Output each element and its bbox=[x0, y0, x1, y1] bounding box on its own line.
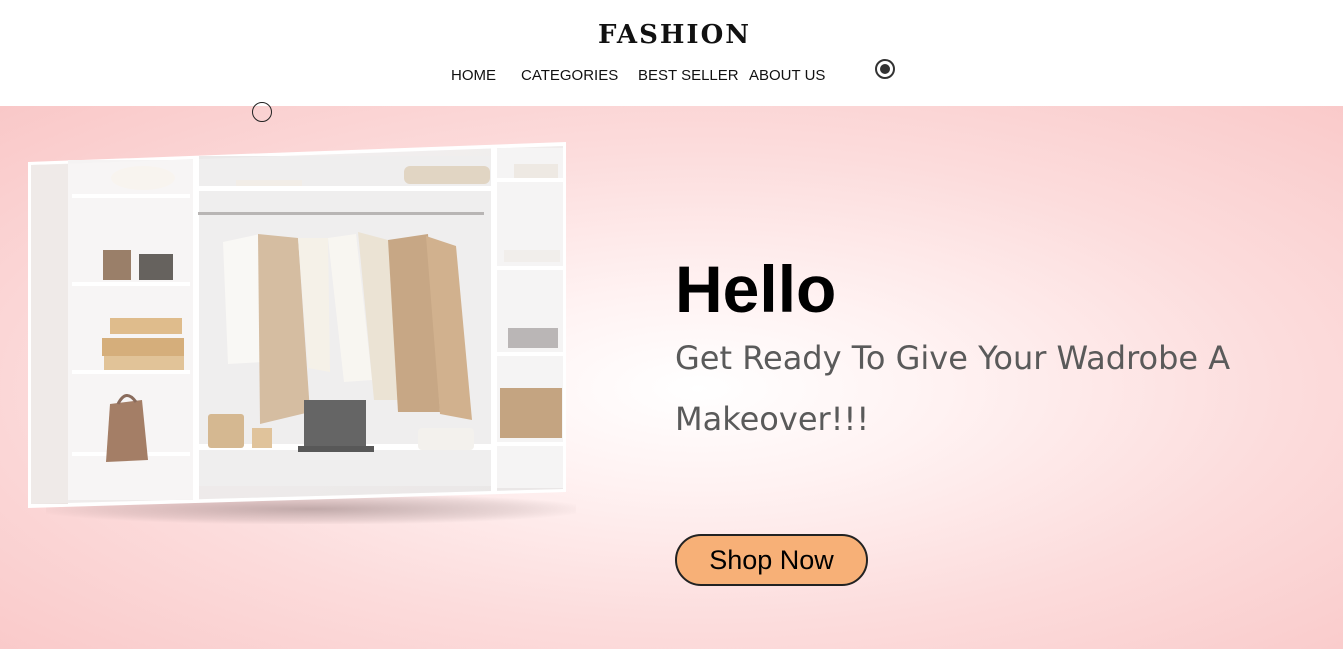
shop-now-button[interactable]: Shop Now bbox=[675, 534, 868, 586]
wardrobe-photo bbox=[28, 142, 566, 508]
hero-section: Hello Get Ready To Give Your Wadrobe A M… bbox=[0, 106, 1343, 649]
site-header: FASHION HOME CATEGORIES BEST SELLER ABOU… bbox=[0, 0, 1343, 106]
hero-image bbox=[28, 142, 576, 524]
radio-selected-icon[interactable] bbox=[875, 59, 895, 79]
brand-logo[interactable]: FASHION bbox=[0, 20, 1343, 50]
nav-best-seller[interactable]: BEST SELLER bbox=[638, 67, 739, 84]
hero-heading: Hello bbox=[675, 252, 837, 326]
nav-about-us[interactable]: ABOUT US bbox=[749, 67, 825, 84]
hero-tagline: Get Ready To Give Your Wadrobe A Makeove… bbox=[675, 339, 1231, 438]
radio-unselected-icon[interactable] bbox=[252, 102, 272, 122]
nav-home[interactable]: HOME bbox=[451, 67, 496, 84]
nav-categories[interactable]: CATEGORIES bbox=[521, 67, 618, 84]
main-nav: HOME CATEGORIES BEST SELLER ABOUT US bbox=[0, 67, 1343, 87]
